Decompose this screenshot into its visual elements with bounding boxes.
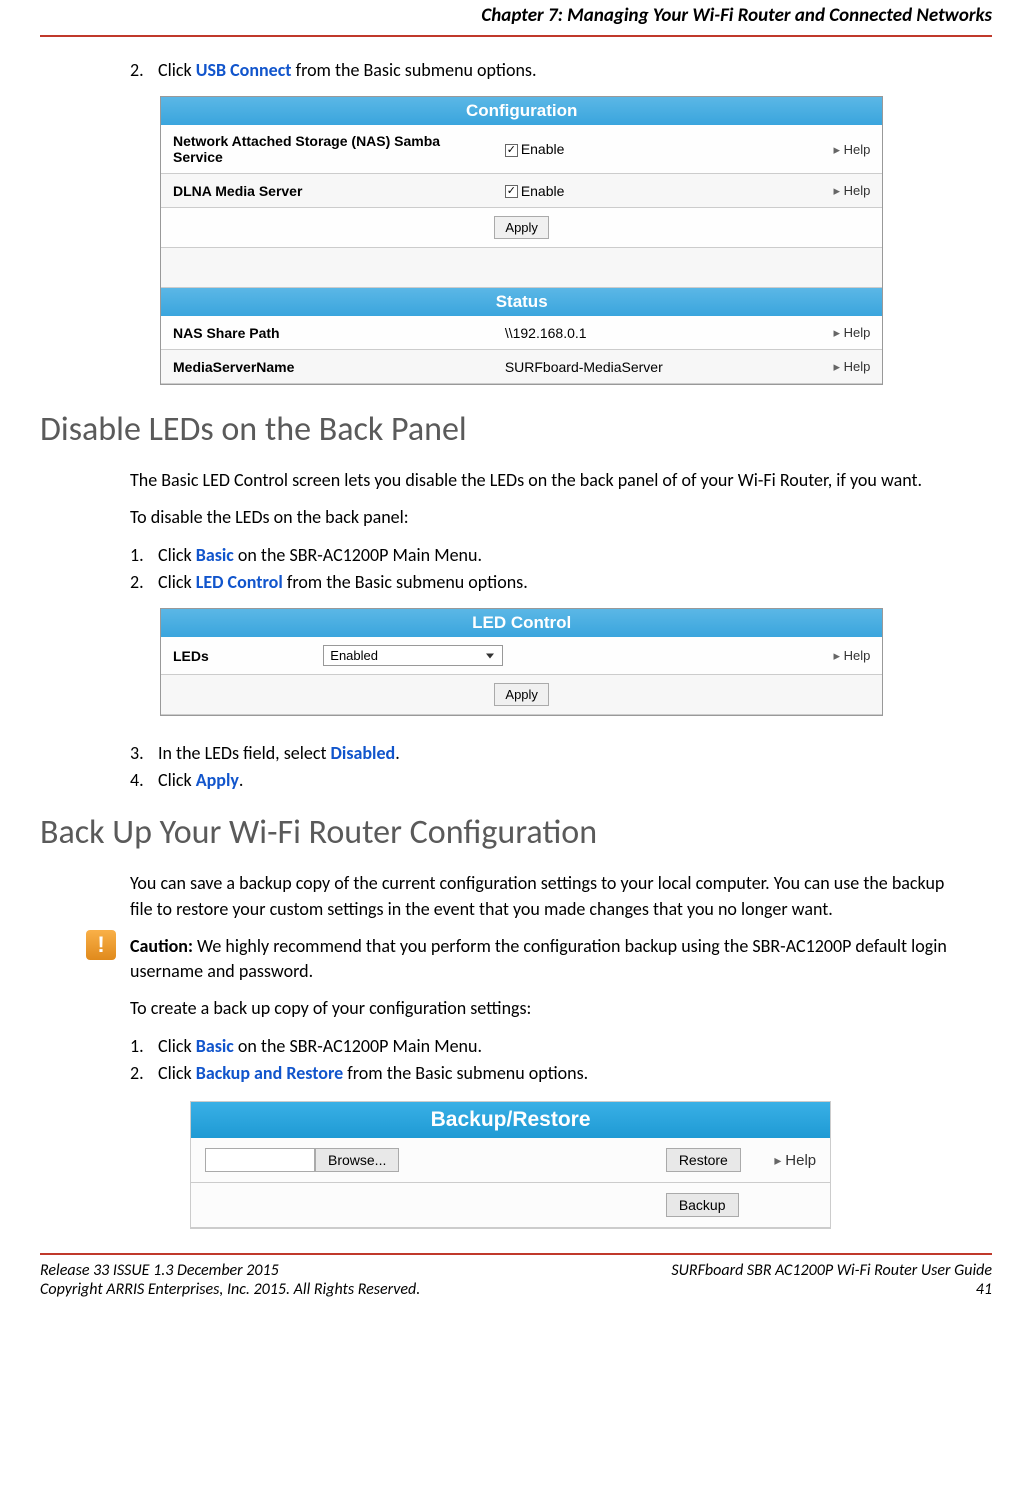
enable-text: Enable bbox=[521, 183, 565, 199]
backup-step-2: Click Backup and Restore from the Basic … bbox=[130, 1060, 952, 1087]
nas-enable-checkbox[interactable]: ✓ bbox=[505, 144, 518, 157]
help-link[interactable]: Help bbox=[833, 648, 870, 663]
restore-button[interactable]: Restore bbox=[666, 1148, 741, 1172]
status-row-mediaserver: MediaServerName SURFboard-MediaServer He… bbox=[161, 350, 882, 384]
enable-text: Enable bbox=[521, 141, 565, 157]
caution-block: ! Caution: We highly recommend that you … bbox=[130, 934, 952, 984]
apply-link[interactable]: Apply bbox=[196, 769, 239, 791]
section-title-backup: Back Up Your Wi-Fi Router Configuration bbox=[40, 812, 952, 853]
footer-page-number: 41 bbox=[671, 1280, 992, 1299]
led-step-2: Click LED Control from the Basic submenu… bbox=[130, 569, 952, 596]
footer-copyright: Copyright ARRIS Enterprises, Inc. 2015. … bbox=[40, 1280, 420, 1299]
dlna-label: DLNA Media Server bbox=[161, 174, 493, 208]
backup-row-backup: Backup bbox=[191, 1183, 830, 1228]
step-text: Click bbox=[158, 59, 196, 81]
dlna-enable-checkbox[interactable]: ✓ bbox=[505, 185, 518, 198]
led-intro: The Basic LED Control screen lets you di… bbox=[130, 468, 952, 493]
backup-todo: To create a back up copy of your configu… bbox=[130, 996, 952, 1021]
file-input[interactable] bbox=[205, 1148, 315, 1172]
nas-label: Network Attached Storage (NAS) Samba Ser… bbox=[161, 125, 493, 174]
leds-label: LEDs bbox=[161, 637, 311, 675]
basic-link[interactable]: Basic bbox=[196, 544, 234, 566]
caution-icon: ! bbox=[86, 930, 116, 960]
backup-restore-link[interactable]: Backup and Restore bbox=[196, 1062, 344, 1084]
led-step-4: Click Apply. bbox=[130, 767, 952, 794]
step-2-usb-connect: Click USB Connect from the Basic submenu… bbox=[130, 57, 952, 84]
configuration-screenshot: Configuration Network Attached Storage (… bbox=[160, 96, 883, 385]
basic-link[interactable]: Basic bbox=[196, 1035, 234, 1057]
backup-intro: You can save a backup copy of the curren… bbox=[130, 871, 952, 921]
apply-button[interactable]: Apply bbox=[494, 683, 549, 706]
status-row-nas-path: NAS Share Path \\192.168.0.1 Help bbox=[161, 316, 882, 350]
led-step-1: Click Basic on the SBR-AC1200P Main Menu… bbox=[130, 542, 952, 569]
led-row: LEDs Enabled Help bbox=[161, 637, 882, 675]
section-title-led: Disable LEDs on the Back Panel bbox=[40, 409, 952, 450]
led-step-3: In the LEDs field, select Disabled. bbox=[130, 740, 952, 767]
chapter-header: Chapter 7: Managing Your Wi-Fi Router an… bbox=[40, 0, 992, 37]
browse-button[interactable]: Browse... bbox=[315, 1148, 399, 1172]
backup-row-browse: Browse... Restore Help bbox=[191, 1138, 830, 1183]
footer-release: Release 33 ISSUE 1.3 December 2015 bbox=[40, 1261, 420, 1280]
help-link[interactable]: Help bbox=[833, 325, 870, 340]
caution-label: Caution: bbox=[130, 935, 193, 957]
help-link[interactable]: Help bbox=[833, 359, 870, 374]
usb-connect-link[interactable]: USB Connect bbox=[196, 59, 292, 81]
nas-path-value: \\192.168.0.1 bbox=[493, 316, 767, 350]
leds-select[interactable]: Enabled bbox=[323, 645, 503, 666]
led-todo: To disable the LEDs on the back panel: bbox=[130, 505, 952, 530]
disabled-link[interactable]: Disabled bbox=[331, 742, 396, 764]
nas-path-label: NAS Share Path bbox=[161, 316, 493, 350]
led-control-header: LED Control bbox=[161, 609, 882, 637]
backup-step-1: Click Basic on the SBR-AC1200P Main Menu… bbox=[130, 1033, 952, 1060]
config-header: Configuration bbox=[161, 97, 882, 125]
page-footer: Release 33 ISSUE 1.3 December 2015 Copyr… bbox=[40, 1253, 992, 1319]
help-link[interactable]: Help bbox=[833, 142, 870, 157]
status-header: Status bbox=[161, 288, 882, 316]
led-control-link[interactable]: LED Control bbox=[196, 571, 283, 593]
backup-restore-screenshot: Backup/Restore Browse... Restore Help Ba… bbox=[190, 1101, 831, 1229]
backup-button[interactable]: Backup bbox=[666, 1193, 739, 1217]
step-text: from the Basic submenu options. bbox=[292, 59, 537, 81]
backup-restore-header: Backup/Restore bbox=[191, 1102, 830, 1138]
led-control-screenshot: LED Control LEDs Enabled Help Apply bbox=[160, 608, 883, 716]
config-row-nas: Network Attached Storage (NAS) Samba Ser… bbox=[161, 125, 882, 174]
help-link[interactable]: Help bbox=[833, 183, 870, 198]
help-link[interactable]: Help bbox=[774, 1152, 816, 1169]
mediaserver-label: MediaServerName bbox=[161, 350, 493, 384]
config-row-dlna: DLNA Media Server ✓Enable Help bbox=[161, 174, 882, 208]
mediaserver-value: SURFboard-MediaServer bbox=[493, 350, 767, 384]
footer-guide-title: SURFboard SBR AC1200P Wi-Fi Router User … bbox=[671, 1261, 992, 1280]
caution-text: We highly recommend that you perform the… bbox=[130, 935, 947, 982]
apply-button[interactable]: Apply bbox=[494, 216, 549, 239]
